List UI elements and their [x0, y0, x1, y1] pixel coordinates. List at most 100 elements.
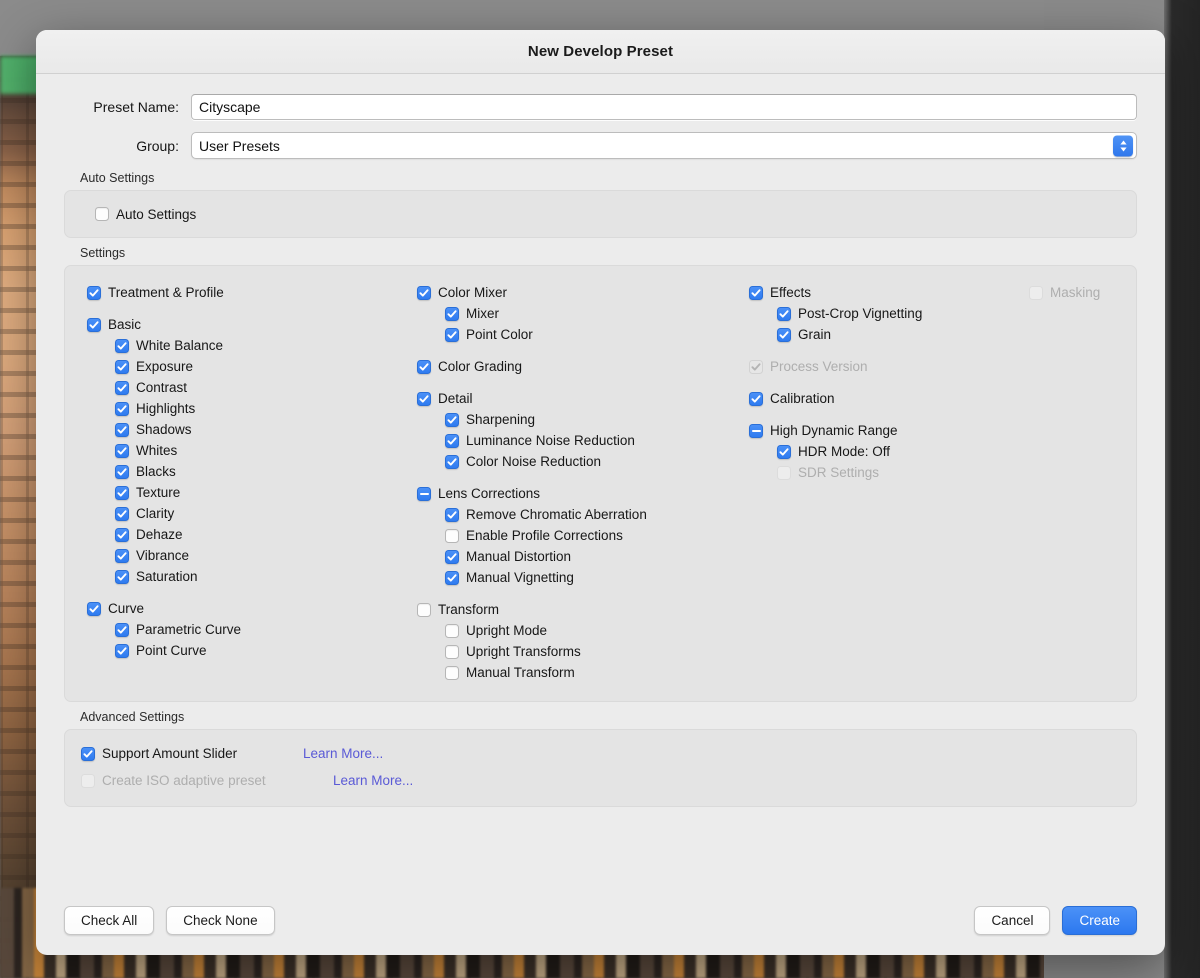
group-selected-value: User Presets: [199, 138, 280, 154]
checkbox-row-color-noise-reduction[interactable]: Color Noise Reduction: [417, 451, 749, 472]
checkbox-row-grain[interactable]: Grain: [749, 324, 1029, 345]
checkbox-texture[interactable]: [115, 486, 129, 500]
checkbox-row-auto-settings[interactable]: Auto Settings: [95, 204, 196, 225]
checkbox-row-basic[interactable]: Basic: [87, 314, 417, 335]
checkbox-manual-transform[interactable]: [445, 666, 459, 680]
checkbox-row-upright-transforms[interactable]: Upright Transforms: [417, 641, 749, 662]
checkbox-saturation[interactable]: [115, 570, 129, 584]
auto-settings-section-title: Auto Settings: [80, 171, 1137, 185]
checkbox-row-white-balance[interactable]: White Balance: [87, 335, 417, 356]
checkbox-row-upright-mode[interactable]: Upright Mode: [417, 620, 749, 641]
checkbox-label-whites: Whites: [136, 443, 177, 458]
group-select[interactable]: User Presets: [191, 132, 1137, 159]
checkbox-luminance-noise-reduction[interactable]: [445, 434, 459, 448]
checkbox-row-clarity[interactable]: Clarity: [87, 503, 417, 524]
checkbox-manual-vignetting[interactable]: [445, 571, 459, 585]
checkbox-clarity[interactable]: [115, 507, 129, 521]
checkbox-row-calibration[interactable]: Calibration: [749, 388, 1029, 409]
checkbox-row-sdr-settings: SDR Settings: [749, 462, 1029, 483]
checkbox-mixer[interactable]: [445, 307, 459, 321]
checkbox-row-exposure[interactable]: Exposure: [87, 356, 417, 377]
checkbox-row-manual-vignetting[interactable]: Manual Vignetting: [417, 567, 749, 588]
checkbox-row-color-grading[interactable]: Color Grading: [417, 356, 749, 377]
checkbox-row-post-crop-vignetting[interactable]: Post-Crop Vignetting: [749, 303, 1029, 324]
chevron-updown-icon[interactable]: [1113, 135, 1133, 156]
preset-name-input[interactable]: Cityscape: [191, 94, 1137, 120]
checkbox-row-mixer[interactable]: Mixer: [417, 303, 749, 324]
checkbox-color-grading[interactable]: [417, 360, 431, 374]
checkbox-manual-distortion[interactable]: [445, 550, 459, 564]
checkbox-row-manual-distortion[interactable]: Manual Distortion: [417, 546, 749, 567]
checkbox-curve[interactable]: [87, 602, 101, 616]
checkbox-row-detail[interactable]: Detail: [417, 388, 749, 409]
checkbox-vibrance[interactable]: [115, 549, 129, 563]
checkbox-row-whites[interactable]: Whites: [87, 440, 417, 461]
checkbox-whites[interactable]: [115, 444, 129, 458]
advanced-checkbox-group-support-amount-slider[interactable]: Support Amount Slider: [81, 746, 303, 761]
checkbox-parametric-curve[interactable]: [115, 623, 129, 637]
checkbox-row-remove-chromatic-aberration[interactable]: Remove Chromatic Aberration: [417, 504, 749, 525]
checkbox-label-remove-chromatic-aberration: Remove Chromatic Aberration: [466, 507, 647, 522]
checkbox-remove-chromatic-aberration[interactable]: [445, 508, 459, 522]
checkbox-treatment-profile[interactable]: [87, 286, 101, 300]
checkbox-point-curve[interactable]: [115, 644, 129, 658]
checkbox-contrast[interactable]: [115, 381, 129, 395]
cancel-button[interactable]: Cancel: [974, 906, 1050, 935]
checkbox-label-shadows: Shadows: [136, 422, 192, 437]
checkbox-dehaze[interactable]: [115, 528, 129, 542]
checkbox-transform[interactable]: [417, 603, 431, 617]
checkbox-row-blacks[interactable]: Blacks: [87, 461, 417, 482]
checkbox-row-hdr-mode-off[interactable]: HDR Mode: Off: [749, 441, 1029, 462]
checkbox-support-amount-slider[interactable]: [81, 747, 95, 761]
checkbox-high-dynamic-range[interactable]: [749, 424, 763, 438]
checkbox-basic[interactable]: [87, 318, 101, 332]
checkbox-row-point-curve[interactable]: Point Curve: [87, 640, 417, 661]
checkbox-point-color[interactable]: [445, 328, 459, 342]
checkbox-row-manual-transform[interactable]: Manual Transform: [417, 662, 749, 683]
checkbox-row-contrast[interactable]: Contrast: [87, 377, 417, 398]
checkbox-row-curve[interactable]: Curve: [87, 598, 417, 619]
checkbox-post-crop-vignetting[interactable]: [777, 307, 791, 321]
checkbox-calibration[interactable]: [749, 392, 763, 406]
checkbox-lens-corrections[interactable]: [417, 487, 431, 501]
checkbox-upright-transforms[interactable]: [445, 645, 459, 659]
learn-more-link-support-amount-slider[interactable]: Learn More...: [303, 746, 383, 761]
checkbox-row-effects[interactable]: Effects: [749, 282, 1029, 303]
checkbox-row-vibrance[interactable]: Vibrance: [87, 545, 417, 566]
checkbox-blacks[interactable]: [115, 465, 129, 479]
check-none-button[interactable]: Check None: [166, 906, 274, 935]
checkbox-row-saturation[interactable]: Saturation: [87, 566, 417, 587]
check-all-button[interactable]: Check All: [64, 906, 154, 935]
checkbox-detail[interactable]: [417, 392, 431, 406]
checkbox-effects[interactable]: [749, 286, 763, 300]
checkbox-enable-profile-corrections[interactable]: [445, 529, 459, 543]
checkbox-auto-settings[interactable]: [95, 207, 109, 221]
checkbox-row-sharpening[interactable]: Sharpening: [417, 409, 749, 430]
checkbox-row-enable-profile-corrections[interactable]: Enable Profile Corrections: [417, 525, 749, 546]
checkbox-row-parametric-curve[interactable]: Parametric Curve: [87, 619, 417, 640]
checkbox-row-color-mixer[interactable]: Color Mixer: [417, 282, 749, 303]
checkbox-row-shadows[interactable]: Shadows: [87, 419, 417, 440]
checkbox-highlights[interactable]: [115, 402, 129, 416]
checkbox-row-highlights[interactable]: Highlights: [87, 398, 417, 419]
learn-more-link-create-iso-adaptive-preset[interactable]: Learn More...: [333, 773, 413, 788]
checkbox-white-balance[interactable]: [115, 339, 129, 353]
checkbox-row-treatment-profile[interactable]: Treatment & Profile: [87, 282, 417, 303]
checkbox-color-mixer[interactable]: [417, 286, 431, 300]
checkbox-row-luminance-noise-reduction[interactable]: Luminance Noise Reduction: [417, 430, 749, 451]
checkbox-row-texture[interactable]: Texture: [87, 482, 417, 503]
checkbox-row-lens-corrections[interactable]: Lens Corrections: [417, 483, 749, 504]
advanced-row-create-iso-adaptive-preset: Create ISO adaptive presetLearn More...: [81, 767, 1136, 794]
checkbox-hdr-mode-off[interactable]: [777, 445, 791, 459]
checkbox-shadows[interactable]: [115, 423, 129, 437]
checkbox-upright-mode[interactable]: [445, 624, 459, 638]
checkbox-sharpening[interactable]: [445, 413, 459, 427]
checkbox-row-dehaze[interactable]: Dehaze: [87, 524, 417, 545]
checkbox-exposure[interactable]: [115, 360, 129, 374]
checkbox-row-high-dynamic-range[interactable]: High Dynamic Range: [749, 420, 1029, 441]
create-button[interactable]: Create: [1062, 906, 1137, 935]
checkbox-grain[interactable]: [777, 328, 791, 342]
checkbox-row-point-color[interactable]: Point Color: [417, 324, 749, 345]
checkbox-row-transform[interactable]: Transform: [417, 599, 749, 620]
checkbox-color-noise-reduction[interactable]: [445, 455, 459, 469]
